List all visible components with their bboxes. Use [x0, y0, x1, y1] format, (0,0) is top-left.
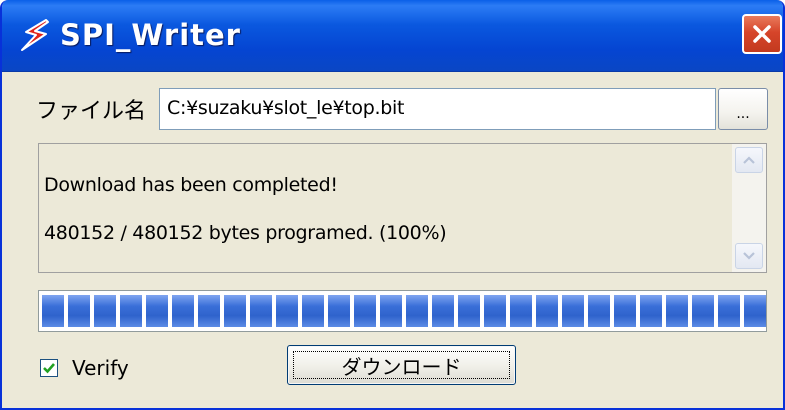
spi-writer-window: SPI_Writer ファイル名 C:¥suzaku¥slot_le¥top.b…: [0, 0, 785, 410]
progress-segment: [588, 295, 610, 327]
progress-segment: [276, 295, 298, 327]
progress-segment: [94, 295, 116, 327]
progress-segment: [458, 295, 480, 327]
progress-segment: [510, 295, 532, 327]
log-output[interactable]: Download has been completed! 480152 / 48…: [38, 143, 767, 273]
progress-segment: [328, 295, 350, 327]
progress-segment: [640, 295, 662, 327]
progress-segment: [562, 295, 584, 327]
chevron-up-icon: [743, 156, 755, 164]
progress-segment: [302, 295, 324, 327]
window-title: SPI_Writer: [60, 18, 241, 52]
progress-segment: [614, 295, 636, 327]
focus-ring: [293, 351, 510, 379]
progress-segment: [42, 295, 64, 327]
close-icon: [753, 25, 771, 43]
file-name-label: ファイル名: [36, 99, 147, 124]
red-lightning-icon: [21, 19, 49, 51]
title-bar[interactable]: SPI_Writer: [2, 0, 783, 72]
checkmark-icon: [43, 363, 55, 374]
progress-bar: [38, 290, 767, 332]
log-line-status: Download has been completed!: [44, 174, 338, 196]
browse-button[interactable]: ...: [718, 88, 768, 130]
scroll-down-button[interactable]: [735, 243, 763, 269]
scroll-up-button[interactable]: [735, 147, 763, 173]
verify-label: Verify: [72, 356, 129, 380]
log-line-bytes: 480152 / 480152 bytes programed. (100%): [44, 222, 447, 244]
progress-segment: [692, 295, 714, 327]
progress-segment: [354, 295, 376, 327]
verify-checkbox-group[interactable]: Verify: [40, 356, 129, 380]
progress-segment: [68, 295, 90, 327]
close-button[interactable]: [742, 14, 782, 54]
log-scrollbar[interactable]: [732, 144, 766, 272]
progress-segment: [536, 295, 558, 327]
progress-segment: [484, 295, 506, 327]
progress-segment: [120, 295, 142, 327]
verify-checkbox[interactable]: [40, 359, 58, 377]
progress-segment: [380, 295, 402, 327]
progress-segment: [146, 295, 168, 327]
chevron-down-icon: [743, 252, 755, 260]
progress-segment: [198, 295, 220, 327]
progress-segment: [224, 295, 246, 327]
progress-segment: [744, 295, 766, 327]
progress-segment: [666, 295, 688, 327]
download-button[interactable]: ダウンロード: [287, 345, 516, 385]
progress-segment: [432, 295, 454, 327]
progress-segment: [250, 295, 272, 327]
progress-segment: [718, 295, 740, 327]
file-path-input[interactable]: C:¥suzaku¥slot_le¥top.bit: [159, 88, 716, 130]
progress-segment: [172, 295, 194, 327]
progress-segment: [406, 295, 428, 327]
